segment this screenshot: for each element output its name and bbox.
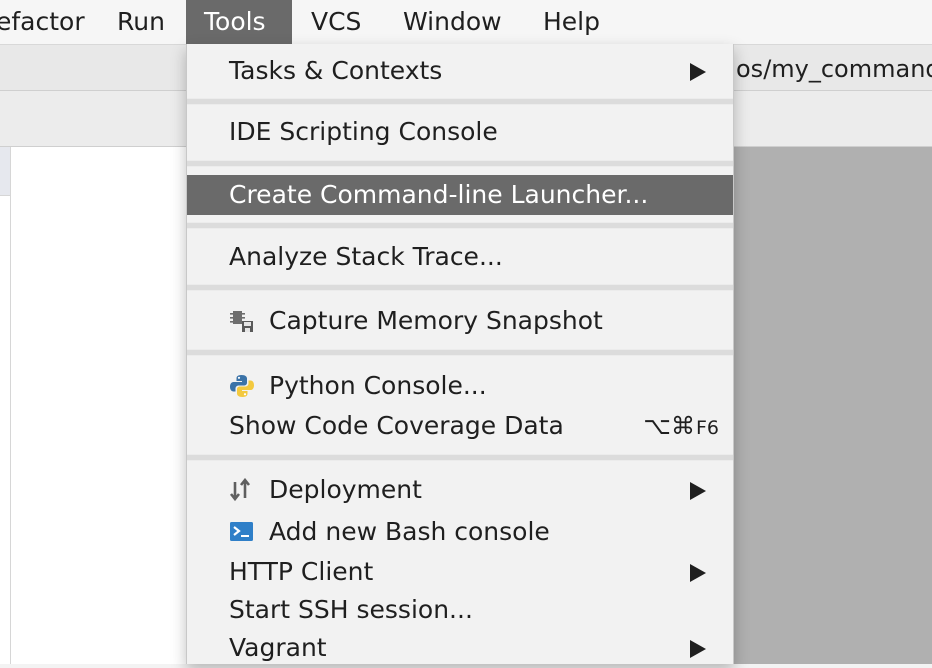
menu-separator xyxy=(187,454,733,461)
menu-window[interactable]: Window xyxy=(385,0,520,44)
menu-separator xyxy=(187,349,733,356)
menu-item-label: Create Command-line Launcher... xyxy=(229,180,649,209)
submenu-arrow-icon xyxy=(690,63,706,81)
menu-bar: efactor Run Tools VCS Window Help xyxy=(0,0,932,45)
shortcut-key: F6 xyxy=(695,417,719,439)
menu-item-show-code-coverage-data[interactable]: Show Code Coverage Data ⌥⌘F6 xyxy=(187,406,733,446)
menu-item-label: IDE Scripting Console xyxy=(229,117,498,146)
menu-item-label: Analyze Stack Trace... xyxy=(229,242,503,271)
panel-divider xyxy=(10,147,11,664)
python-icon xyxy=(230,375,254,397)
menu-item-start-ssh-session[interactable]: Start SSH session... xyxy=(187,590,733,630)
project-panel xyxy=(0,147,186,664)
menu-separator xyxy=(187,222,733,229)
menu-separator xyxy=(187,284,733,291)
keyboard-shortcut: ⌥⌘F6 xyxy=(643,406,719,446)
breadcrumb-path[interactable]: os/my_command_ xyxy=(732,45,932,90)
menu-refactor[interactable]: efactor xyxy=(0,0,103,44)
menu-item-label: Show Code Coverage Data xyxy=(229,411,564,440)
menu-item-label: Vagrant xyxy=(229,633,327,662)
menu-item-python-console[interactable]: Python Console... xyxy=(187,366,733,406)
menu-item-label: Add new Bash console xyxy=(269,517,550,546)
menu-item-label: Start SSH session... xyxy=(229,595,473,624)
menu-item-tasks-contexts[interactable]: Tasks & Contexts xyxy=(187,51,733,91)
menu-item-http-client[interactable]: HTTP Client xyxy=(187,552,733,592)
menu-item-label: Deployment xyxy=(269,475,422,504)
menu-item-deployment[interactable]: Deployment xyxy=(187,470,733,510)
submenu-arrow-icon xyxy=(690,564,706,582)
deployment-icon xyxy=(229,478,251,502)
submenu-arrow-icon xyxy=(690,482,706,500)
menu-item-label: Python Console... xyxy=(269,371,487,400)
menu-item-add-new-bash-console[interactable]: Add new Bash console xyxy=(187,512,733,552)
menu-separator xyxy=(187,98,733,105)
memory-snapshot-icon xyxy=(230,311,253,332)
menu-item-vagrant[interactable]: Vagrant xyxy=(187,628,733,668)
menu-item-label: Capture Memory Snapshot xyxy=(269,306,603,335)
menu-item-ide-scripting-console[interactable]: IDE Scripting Console xyxy=(187,112,733,152)
menu-vcs[interactable]: VCS xyxy=(293,0,379,44)
menu-item-label: HTTP Client xyxy=(229,557,374,586)
menu-item-analyze-stack-trace[interactable]: Analyze Stack Trace... xyxy=(187,237,733,277)
menu-help[interactable]: Help xyxy=(525,0,618,44)
menu-separator xyxy=(187,160,733,167)
submenu-arrow-icon xyxy=(690,640,706,658)
bash-console-icon xyxy=(230,522,253,541)
menu-item-create-command-line-launcher[interactable]: Create Command-line Launcher... xyxy=(187,175,733,215)
menu-run[interactable]: Run xyxy=(99,0,183,44)
menu-item-label: Tasks & Contexts xyxy=(229,56,443,85)
shortcut-modifiers: ⌥⌘ xyxy=(643,412,695,440)
menu-tools[interactable]: Tools xyxy=(186,0,292,44)
tools-dropdown-menu: Tasks & Contexts IDE Scripting Console C… xyxy=(186,44,734,664)
editor-area xyxy=(732,147,932,664)
menu-item-capture-memory-snapshot[interactable]: Capture Memory Snapshot xyxy=(187,301,733,341)
